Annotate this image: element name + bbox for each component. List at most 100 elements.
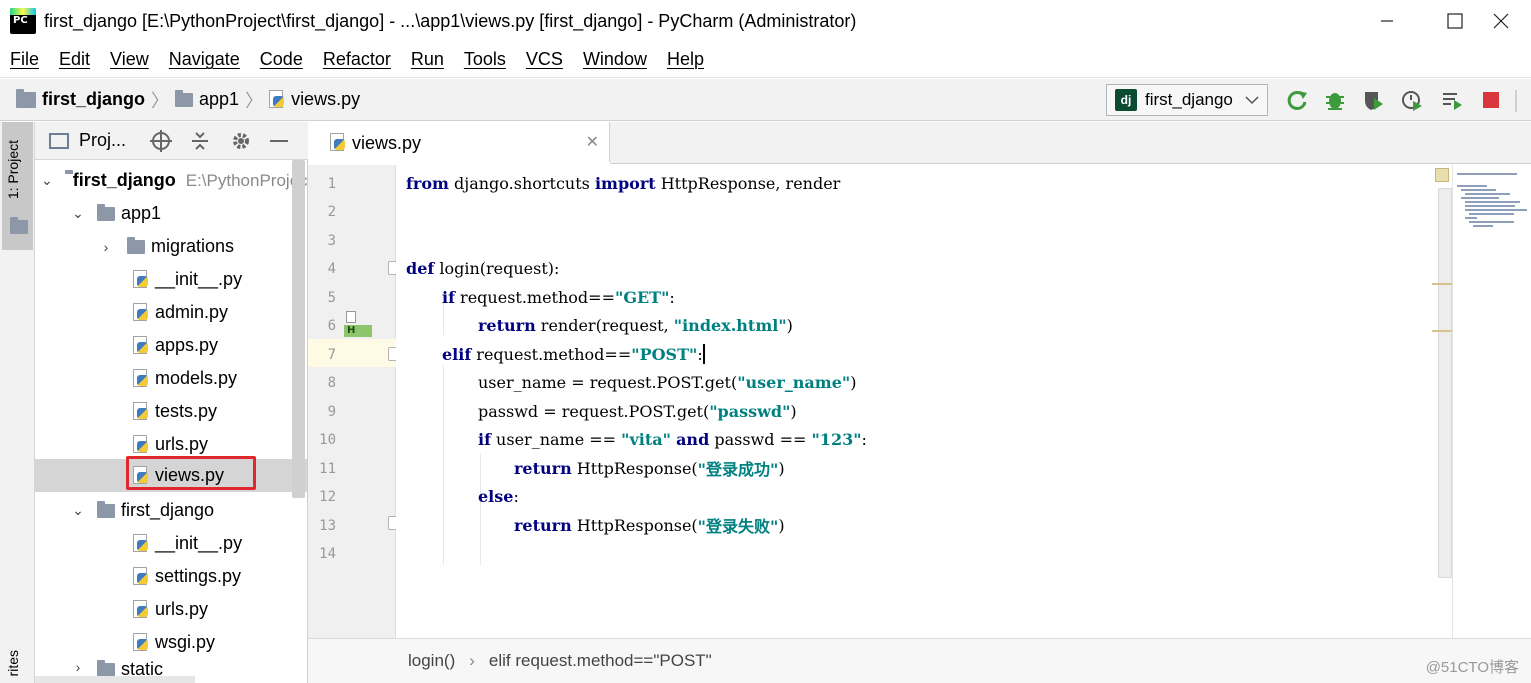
python-file-icon (133, 434, 149, 455)
tree-file[interactable]: __init__.py (35, 263, 307, 296)
clock-run-icon (1402, 91, 1422, 111)
minimap-line (1465, 193, 1510, 195)
close-window-button[interactable] (1471, 0, 1531, 42)
tab-label: views.py (352, 132, 422, 153)
tree-folder-first-django[interactable]: ⌄ first_django (35, 494, 307, 527)
editor-scrollbar[interactable] (1438, 188, 1452, 578)
shield-run-icon (1365, 92, 1383, 110)
menu-help[interactable]: Help (657, 49, 714, 70)
template-marker-badge[interactable]: H (344, 325, 372, 337)
minimap-line (1465, 205, 1515, 207)
code-line-5: if request.method== "GET": (442, 283, 675, 311)
menu-run[interactable]: Run (401, 49, 454, 70)
code-token-keyword: if (442, 287, 455, 307)
favorites-tool-tab[interactable]: rites (5, 650, 21, 676)
tree-file[interactable]: models.py (35, 362, 307, 395)
profile-button[interactable] (1400, 88, 1424, 112)
tree-folder-app1[interactable]: ⌄ app1 (35, 197, 307, 230)
tree-file[interactable]: __init__.py (35, 527, 307, 560)
tree-file[interactable]: wsgi.py (35, 626, 307, 659)
code-editor[interactable]: from django.shortcuts import HttpRespons… (396, 165, 1452, 638)
crosshair-icon[interactable] (150, 129, 173, 152)
code-line-4: def login(request): (406, 254, 559, 282)
python-file-icon (330, 133, 346, 153)
collapse-all-icon[interactable] (190, 131, 210, 151)
minimize-button[interactable] (1357, 0, 1417, 42)
breadcrumb-separator: 〉 (151, 90, 170, 111)
tree-file[interactable]: urls.py (35, 593, 307, 626)
django-icon: dj (1115, 89, 1137, 111)
python-file-icon (133, 269, 149, 290)
gear-icon[interactable] (230, 130, 252, 152)
menu-edit[interactable]: Edit (49, 49, 100, 70)
editor-crumb-function[interactable]: login() (408, 651, 455, 671)
code-minimap[interactable] (1452, 165, 1531, 638)
project-panel-header: Proj... (35, 122, 308, 160)
chevron-down-icon[interactable]: ⌄ (71, 205, 85, 222)
menu-tools[interactable]: Tools (454, 49, 516, 70)
debug-button[interactable] (1323, 88, 1347, 112)
python-file-icon (133, 302, 149, 323)
menu-vcs[interactable]: VCS (516, 49, 573, 70)
tree-folder-migrations[interactable]: › migrations (35, 230, 307, 263)
breadcrumb: first_django 〉 app1 〉 views.py (16, 87, 360, 113)
chevron-down-icon[interactable]: ⌄ (71, 502, 85, 519)
line-number: 13 (319, 518, 336, 534)
minimap-line (1465, 217, 1477, 219)
editor-tab-bar: views.py ✕ (308, 122, 1531, 165)
python-file-icon (133, 368, 149, 389)
stop-icon (1483, 92, 1499, 108)
tree-scrollbar[interactable] (292, 160, 305, 498)
code-token-string: "123" (811, 429, 862, 449)
coverage-button[interactable] (1361, 88, 1385, 112)
run-configuration-label: first_django (1145, 90, 1233, 109)
tree-file[interactable]: settings.py (35, 560, 307, 593)
code-token: django.shortcuts (448, 173, 595, 193)
run-concurrency-button[interactable] (1440, 88, 1464, 112)
tree-file[interactable]: apps.py (35, 329, 307, 362)
tree-root[interactable]: ⌄ first_django E:\PythonProject\first_dj… (35, 164, 307, 197)
run-configuration-select[interactable]: dj first_django (1106, 84, 1268, 116)
indent-guide (443, 365, 444, 565)
stop-button[interactable] (1479, 88, 1503, 112)
horizontal-scrollbar[interactable] (35, 676, 195, 683)
editor-crumb-separator: › (469, 651, 475, 670)
menu-view[interactable]: View (100, 49, 159, 70)
scroll-marker (1432, 330, 1452, 332)
minimap-line (1461, 189, 1496, 191)
tree-file[interactable]: admin.py (35, 296, 307, 329)
code-line-11: return HttpResponse("登录成功") (514, 454, 785, 482)
inspection-status-icon[interactable] (1435, 168, 1449, 182)
rerun-button[interactable] (1285, 88, 1309, 112)
python-file-icon (133, 599, 149, 620)
chevron-right-icon[interactable]: › (71, 659, 85, 675)
breadcrumb-project[interactable]: first_django (42, 89, 145, 110)
project-view-select[interactable]: Proj... (79, 130, 126, 151)
code-line-8: user_name = request.POST.get("user_name"… (478, 368, 856, 396)
tab-views-py[interactable]: views.py ✕ (308, 122, 610, 165)
menu-navigate[interactable]: Navigate (159, 49, 250, 70)
editor-crumb-branch[interactable]: elif request.method=="POST" (489, 651, 712, 671)
tree-file[interactable]: tests.py (35, 395, 307, 428)
hide-panel-icon[interactable] (270, 139, 289, 143)
menu-window[interactable]: Window (573, 49, 657, 70)
tree-root-label: first_django (72, 170, 176, 190)
menu-code[interactable]: Code (250, 49, 313, 70)
breadcrumb-folder[interactable]: app1 (199, 89, 239, 110)
menu-refactor[interactable]: Refactor (313, 49, 401, 70)
folder-icon (127, 236, 145, 254)
menu-file[interactable]: File (0, 49, 49, 70)
python-file-icon (133, 401, 149, 422)
code-token: HttpResponse( (571, 515, 698, 535)
chevron-down-icon[interactable]: ⌄ (41, 172, 53, 189)
tree-file-label: tests.py (155, 401, 218, 421)
code-token: render(request, (535, 315, 674, 335)
line-number: 1 (327, 176, 336, 192)
breadcrumb-file[interactable]: views.py (291, 89, 360, 110)
highlight-annotation (126, 456, 256, 490)
close-icon[interactable]: ✕ (586, 132, 599, 152)
code-line-6: return render(request, "index.html") (478, 311, 793, 339)
code-token: : (861, 429, 867, 449)
code-token-string: "index.html" (673, 315, 787, 335)
chevron-right-icon[interactable]: › (99, 239, 113, 255)
